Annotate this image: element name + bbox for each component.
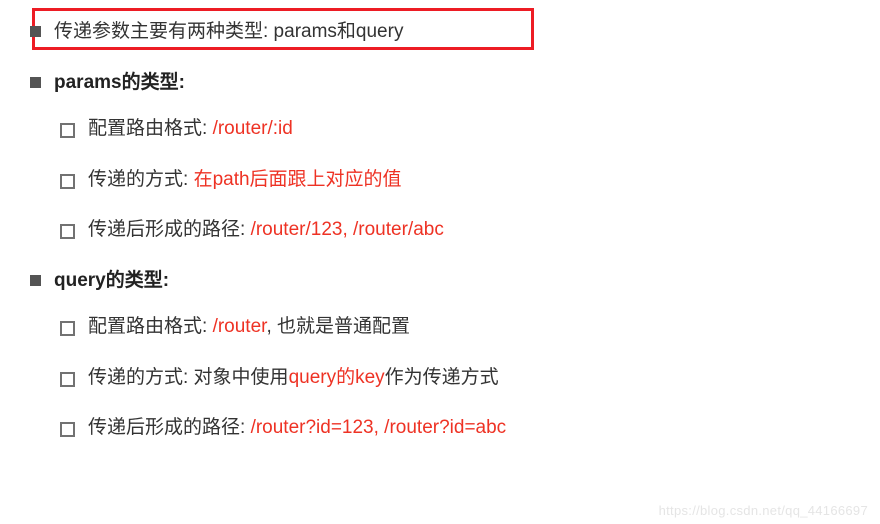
intro-text: 传递参数主要有两种类型: params和query xyxy=(54,21,403,42)
params-item-method: 传递的方式: 在path后面跟上对应的值 xyxy=(54,166,870,195)
label: 传递的方式: xyxy=(88,169,194,190)
value: /router/123, /router/abc xyxy=(251,219,444,240)
label: 传递后形成的路径: xyxy=(88,219,251,240)
params-item-result: 传递后形成的路径: /router/123, /router/abc xyxy=(54,216,870,245)
section-query-title: query的类型: xyxy=(54,270,169,291)
query-item-method: 传递的方式: 对象中使用query的key作为传递方式 xyxy=(54,364,870,393)
value-red: query的key xyxy=(289,367,385,388)
value-red: /router?id=123, /router?id=abc xyxy=(251,417,507,438)
label: 传递的方式: 对象中使用 xyxy=(88,367,289,388)
section-params-title: params的类型: xyxy=(54,72,185,93)
value: 在path后面跟上对应的值 xyxy=(194,169,402,190)
intro-line: 传递参数主要有两种类型: params和query xyxy=(10,18,870,47)
query-sublist: 配置路由格式: /router, 也就是普通配置 传递的方式: 对象中使用que… xyxy=(54,313,870,443)
query-item-result: 传递后形成的路径: /router?id=123, /router?id=abc xyxy=(54,414,870,443)
value-red: /router xyxy=(213,316,267,337)
value: /router/:id xyxy=(213,118,293,139)
query-item-format: 配置路由格式: /router, 也就是普通配置 xyxy=(54,313,870,342)
section-params: params的类型: 配置路由格式: /router/:id 传递的方式: 在p… xyxy=(10,69,870,245)
label: 配置路由格式: xyxy=(88,316,213,337)
params-item-format: 配置路由格式: /router/:id xyxy=(54,115,870,144)
params-sublist: 配置路由格式: /router/:id 传递的方式: 在path后面跟上对应的值… xyxy=(54,115,870,245)
watermark: https://blog.csdn.net/qq_44166697 xyxy=(659,503,868,518)
section-query: query的类型: 配置路由格式: /router, 也就是普通配置 传递的方式… xyxy=(10,267,870,443)
label: 传递后形成的路径: xyxy=(88,417,251,438)
value-tail: , 也就是普通配置 xyxy=(266,316,410,337)
value-tail: 作为传递方式 xyxy=(385,367,499,388)
main-list: 传递参数主要有两种类型: params和query params的类型: 配置路… xyxy=(10,18,870,443)
label: 配置路由格式: xyxy=(88,118,213,139)
